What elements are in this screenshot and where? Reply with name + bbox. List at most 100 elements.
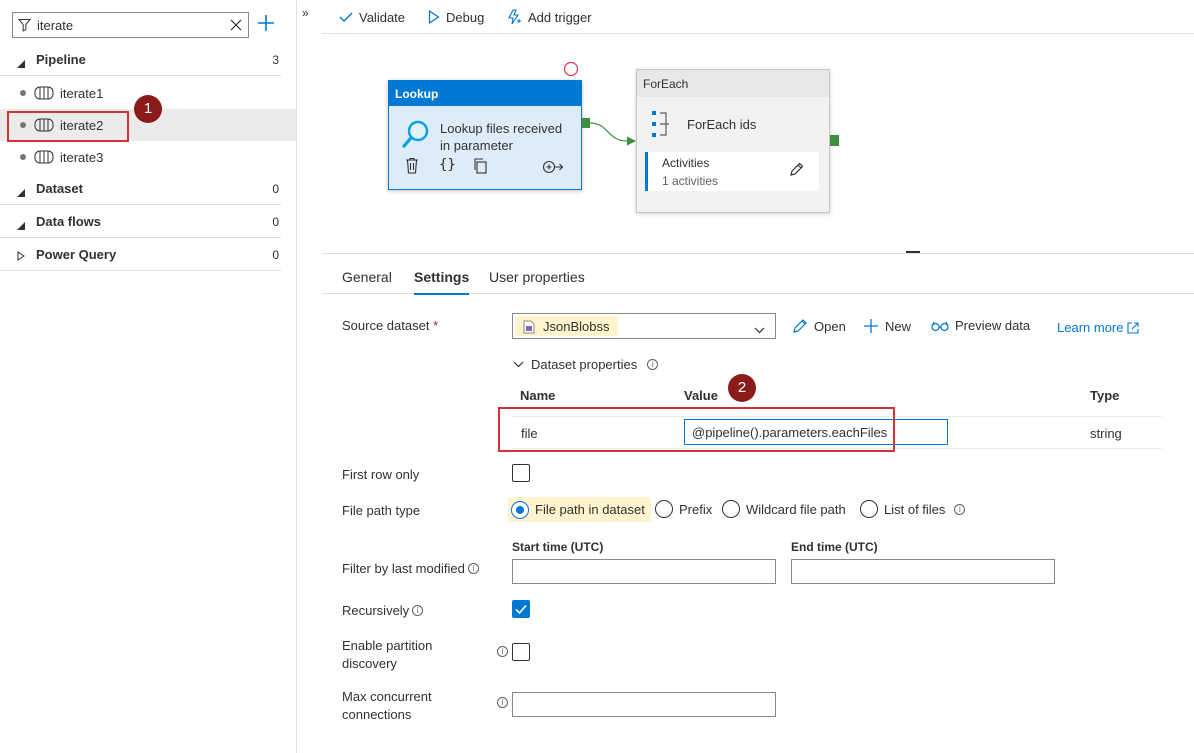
radio-button[interactable]	[511, 500, 529, 519]
activity-type-label: ForEach	[637, 70, 829, 97]
expand-triangle-icon	[17, 249, 25, 264]
radio-wildcard-file-path[interactable]: Wildcard file path	[722, 500, 846, 518]
dataset-properties-toggle[interactable]: Dataset properties i	[513, 357, 659, 372]
section-count: 0	[272, 248, 279, 262]
section-data-flows[interactable]: Data flows 0	[0, 206, 281, 238]
pipeline-icon	[34, 86, 54, 103]
properties-tabs: General Settings User properties	[322, 253, 1194, 295]
start-time-input[interactable]	[512, 559, 776, 584]
plus-icon	[258, 15, 274, 31]
radio-list-of-files[interactable]: List of files i	[860, 500, 966, 518]
column-header-type: Type	[1090, 388, 1120, 403]
info-icon[interactable]: i	[954, 503, 966, 515]
section-count: 0	[272, 182, 279, 196]
source-dataset-label: Source dataset *	[342, 318, 439, 333]
foreach-output-handle[interactable]	[830, 135, 839, 146]
required-mark: *	[433, 318, 439, 333]
end-time-label: End time (UTC)	[791, 540, 878, 554]
radio-button[interactable]	[722, 500, 740, 518]
debug-label: Debug	[446, 9, 485, 25]
open-dataset-button[interactable]: Open	[792, 318, 846, 334]
plus-icon	[864, 319, 878, 333]
recursively-checkbox[interactable]	[512, 600, 530, 618]
checkmark-icon	[339, 12, 353, 22]
pipeline-name: iterate3	[60, 150, 104, 165]
status-dot	[20, 154, 26, 160]
file-path-type-label: File path type	[342, 503, 421, 518]
info-icon[interactable]: i	[497, 646, 508, 657]
section-label: Pipeline	[36, 52, 86, 67]
info-icon[interactable]: i	[647, 359, 659, 370]
column-header-value: Value	[684, 388, 718, 403]
search-icon	[401, 119, 431, 152]
debug-button[interactable]: Debug	[428, 7, 484, 27]
glasses-icon	[931, 321, 949, 331]
section-pipeline[interactable]: Pipeline 3	[0, 44, 281, 76]
pencil-icon	[793, 319, 807, 333]
pipeline-item-iterate3[interactable]: iterate3	[0, 141, 296, 173]
json-dataset-icon	[523, 320, 535, 337]
activities-label: Activities	[662, 156, 710, 170]
radio-button[interactable]	[655, 500, 673, 518]
filter-icon	[17, 18, 32, 35]
lookup-activity[interactable]: Lookup Lookup files received in parameter…	[388, 80, 582, 190]
max-concurrent-label: Max concurrent connections	[342, 689, 432, 722]
tab-settings[interactable]: Settings	[414, 269, 470, 295]
foreach-loop-icon	[651, 110, 673, 141]
delete-icon[interactable]	[404, 157, 420, 177]
end-time-input[interactable]	[791, 559, 1055, 584]
inner-activities-box[interactable]: Activities 1 activities	[645, 152, 819, 191]
preview-data-button[interactable]: Preview data	[931, 318, 1030, 333]
validate-label: Validate	[359, 9, 406, 25]
success-connector[interactable]	[581, 115, 641, 149]
activity-type-label: Lookup	[389, 81, 581, 106]
add-trigger-label: Add trigger	[528, 9, 592, 25]
dataset-name: JsonBlobss	[543, 319, 610, 334]
resource-search-box[interactable]	[12, 12, 249, 38]
info-icon[interactable]: i	[412, 605, 424, 616]
collapse-triangle-icon	[17, 218, 25, 233]
foreach-activity[interactable]: ForEach ForEach ids Activities 1 activit…	[636, 69, 830, 213]
activities-count: 1 activities	[662, 174, 719, 188]
tab-user-properties[interactable]: User properties	[489, 269, 585, 285]
validate-button[interactable]: Validate	[339, 7, 405, 27]
copy-icon[interactable]	[473, 158, 488, 177]
play-icon	[428, 10, 440, 24]
collapse-triangle-icon	[17, 56, 25, 71]
recursively-label: Recursively i	[342, 603, 424, 618]
enable-partition-checkbox[interactable]	[512, 643, 530, 661]
add-output-icon[interactable]	[542, 160, 564, 177]
search-input[interactable]	[37, 16, 227, 34]
collapse-triangle-icon	[17, 185, 25, 200]
tab-general[interactable]: General	[342, 269, 392, 285]
section-label: Power Query	[36, 247, 117, 262]
collapse-pane-button[interactable]: »	[302, 6, 309, 20]
annotation-badge-1: 1	[134, 95, 162, 123]
new-dataset-button[interactable]: New	[863, 318, 911, 334]
annotation-highlight-value	[498, 407, 895, 452]
add-trigger-button[interactable]: Add trigger	[506, 7, 592, 27]
code-braces-icon[interactable]: {}	[439, 157, 456, 173]
checkmark-icon	[515, 604, 527, 615]
info-icon[interactable]: i	[467, 563, 479, 574]
radio-button[interactable]	[860, 500, 878, 518]
first-row-only-checkbox[interactable]	[512, 464, 530, 482]
add-resource-button[interactable]	[257, 12, 277, 34]
validation-status-icon[interactable]	[564, 62, 578, 76]
section-power-query[interactable]: Power Query 0	[0, 239, 281, 271]
edit-pencil-icon[interactable]	[789, 162, 804, 180]
radio-file-path-in-dataset[interactable]: File path in dataset	[508, 497, 651, 522]
section-dataset[interactable]: Dataset 0	[0, 173, 281, 205]
radio-prefix[interactable]: Prefix	[655, 500, 712, 518]
learn-more-link[interactable]: Learn more	[1057, 320, 1140, 335]
annotation-badge-2: 2	[728, 374, 756, 402]
clear-search-icon[interactable]	[230, 19, 242, 34]
source-dataset-select[interactable]: JsonBlobss	[512, 313, 776, 339]
property-type: string	[1090, 426, 1122, 441]
info-icon[interactable]: i	[497, 697, 508, 708]
section-label: Data flows	[36, 214, 102, 229]
filter-last-modified-label: Filter by last modified i	[342, 561, 479, 576]
max-concurrent-input[interactable]	[512, 692, 776, 717]
pipeline-canvas[interactable]: Lookup Lookup files received in parameter…	[322, 35, 1194, 253]
first-row-only-label: First row only	[342, 467, 420, 482]
